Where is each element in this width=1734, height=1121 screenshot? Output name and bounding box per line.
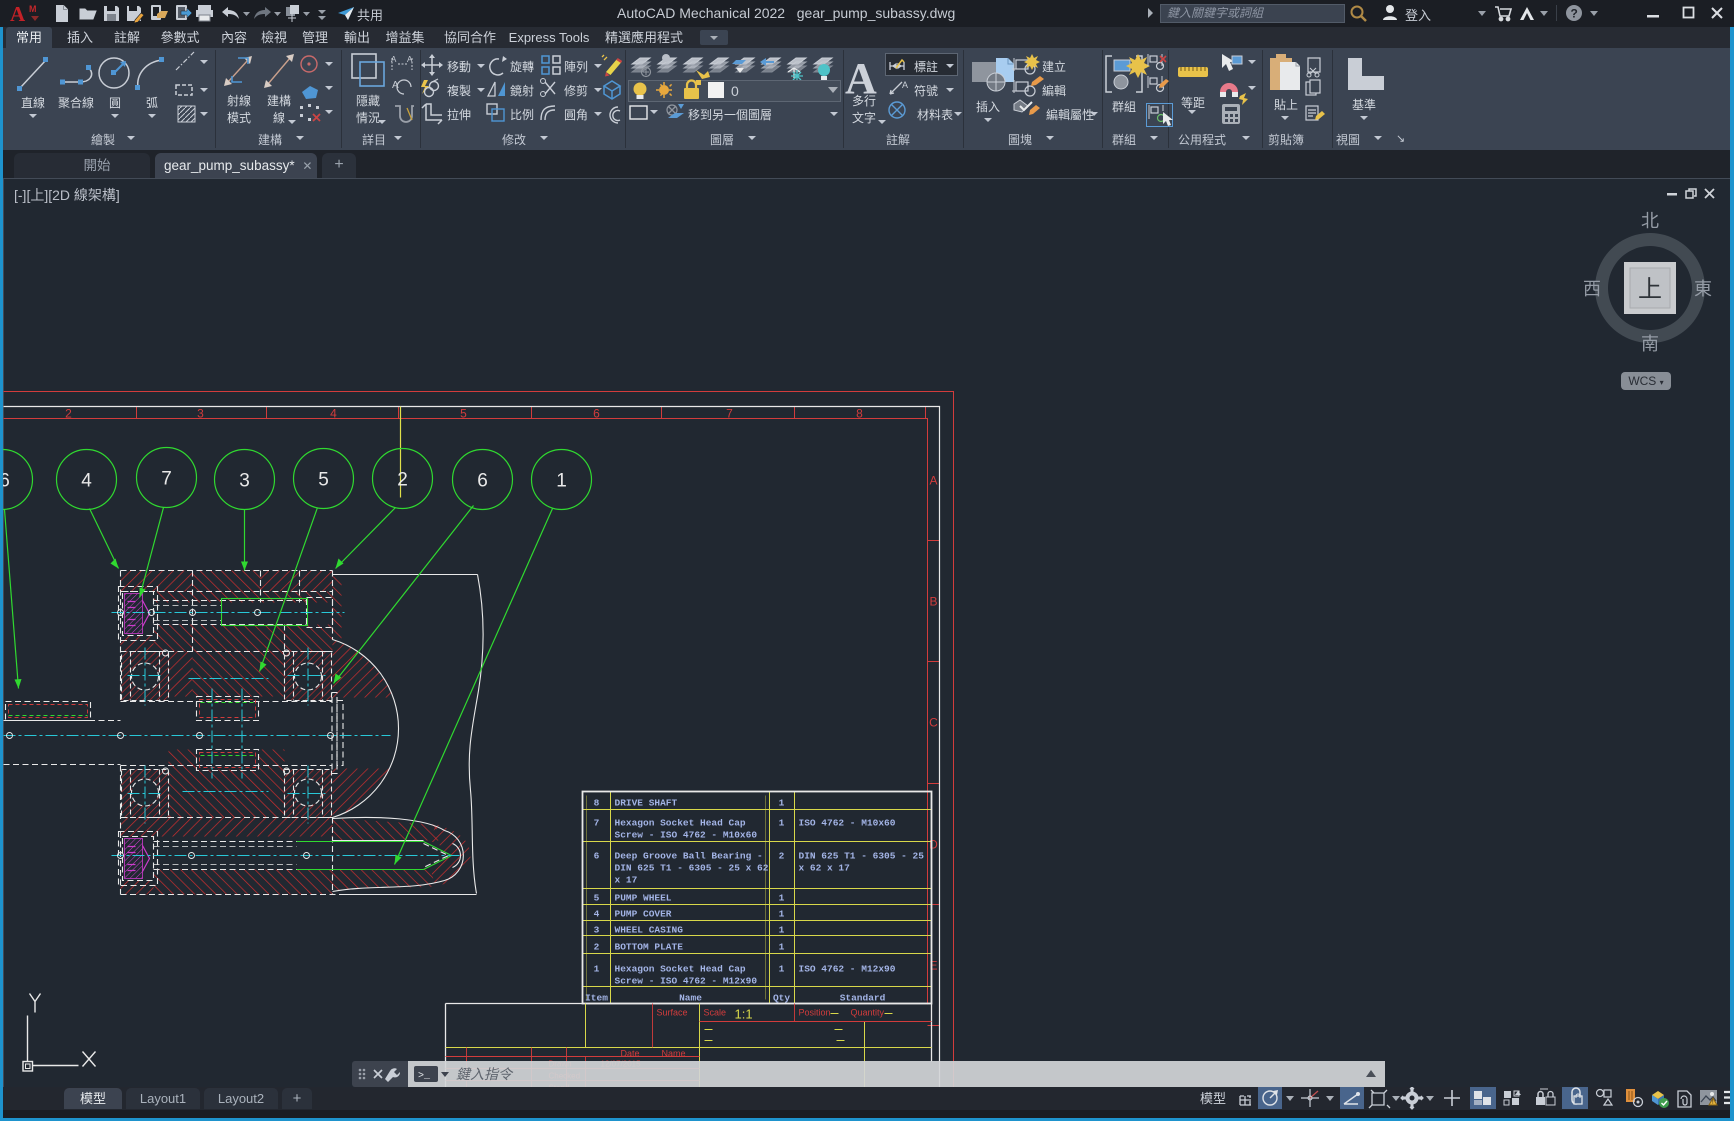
svg-text:Name: Name: [662, 1049, 686, 1059]
svg-text:Quantity: Quantity: [851, 1008, 885, 1018]
svg-text:A: A: [929, 474, 937, 488]
svg-text:1: 1: [779, 942, 785, 953]
svg-text:7: 7: [726, 407, 733, 421]
svg-text:南: 南: [1641, 334, 1659, 354]
svg-text:Scale: Scale: [704, 1008, 727, 1018]
svg-text:1: 1: [779, 818, 785, 829]
svg-text:B: B: [929, 595, 937, 609]
svg-text:2: 2: [594, 942, 600, 953]
svg-text:上: 上: [1638, 276, 1662, 303]
svg-text:A: A: [407, 55, 413, 64]
svg-text:5: 5: [594, 893, 600, 904]
svg-text:DRIVE SHAFT: DRIVE SHAFT: [615, 798, 678, 809]
svg-text:2: 2: [397, 470, 408, 491]
svg-text:西: 西: [1584, 279, 1601, 299]
svg-text:Standard: Standard: [840, 993, 886, 1004]
svg-text:x 17: x 17: [615, 875, 638, 886]
svg-text:x 62 x 17: x 62 x 17: [799, 863, 851, 874]
svg-text:東: 東: [1694, 279, 1712, 299]
svg-text:WHEEL CASING: WHEEL CASING: [615, 925, 684, 936]
svg-text:1: 1: [779, 909, 785, 920]
svg-text:C: C: [929, 716, 938, 730]
svg-text:2: 2: [779, 851, 785, 862]
svg-text:1: 1: [779, 964, 785, 975]
svg-text:北: 北: [1641, 211, 1659, 231]
svg-text:Qty: Qty: [773, 993, 790, 1004]
svg-text:5: 5: [460, 407, 467, 421]
svg-text:4: 4: [594, 909, 600, 920]
svg-text:7: 7: [594, 818, 600, 829]
svg-text:Date: Date: [621, 1049, 640, 1059]
svg-text:6: 6: [593, 407, 600, 421]
svg-text:Screw - ISO 4762 - M12x90: Screw - ISO 4762 - M12x90: [615, 976, 758, 987]
svg-text:BOTTOM PLATE: BOTTOM PLATE: [615, 942, 684, 953]
svg-text:4: 4: [81, 471, 92, 492]
svg-text:2: 2: [65, 407, 72, 421]
svg-text:1:1: 1:1: [735, 1007, 753, 1022]
svg-text:Hexagon Socket Head Cap: Hexagon Socket Head Cap: [615, 818, 746, 829]
svg-text:1: 1: [779, 893, 785, 904]
svg-text:0: 0: [731, 83, 739, 99]
svg-text:Screw - ISO 4762 - M10x60: Screw - ISO 4762 - M10x60: [615, 830, 758, 841]
svg-text:3: 3: [594, 925, 600, 936]
svg-text:6: 6: [477, 471, 488, 492]
svg-text:DIN 625 T1 - 6305 - 25: DIN 625 T1 - 6305 - 25: [799, 851, 925, 862]
svg-text:1: 1: [594, 964, 600, 975]
svg-text:>_: >_: [418, 1071, 431, 1082]
svg-text:8: 8: [856, 407, 863, 421]
svg-text:ISO 4762 - M10x60: ISO 4762 - M10x60: [799, 818, 896, 829]
svg-text:PUMP COVER: PUMP COVER: [615, 909, 672, 920]
svg-text:A: A: [10, 2, 26, 26]
svg-text:Deep Groove Ball Bearing -: Deep Groove Ball Bearing -: [615, 851, 763, 862]
svg-text:4: 4: [330, 407, 337, 421]
svg-text:7: 7: [161, 469, 172, 490]
svg-text:3: 3: [239, 471, 250, 492]
svg-text:M: M: [29, 4, 37, 14]
svg-text:A: A: [391, 55, 397, 64]
svg-text:Surface: Surface: [657, 1008, 688, 1018]
svg-text:5: 5: [318, 470, 329, 491]
svg-text:Position: Position: [799, 1008, 831, 1018]
svg-text:?: ?: [1571, 7, 1578, 21]
svg-text:3: 3: [197, 407, 204, 421]
svg-text:1: 1: [779, 925, 785, 936]
svg-text:1: 1: [556, 471, 567, 492]
svg-text:1: 1: [779, 798, 785, 809]
svg-text:Hexagon Socket Head Cap: Hexagon Socket Head Cap: [615, 964, 746, 975]
svg-text:鍵入指令: 鍵入指令: [456, 1066, 514, 1082]
svg-text:8: 8: [594, 798, 600, 809]
svg-text:Name: Name: [679, 993, 702, 1004]
svg-text:PUMP WHEEL: PUMP WHEEL: [615, 893, 672, 904]
svg-text:6: 6: [594, 851, 600, 862]
svg-text:D: D: [929, 838, 938, 852]
svg-text:Item: Item: [585, 993, 608, 1004]
svg-text:6: 6: [3, 471, 10, 492]
svg-text:ISO 4762 - M12x90: ISO 4762 - M12x90: [799, 964, 896, 975]
svg-text:DIN 625 T1 - 6305 - 25 x 62: DIN 625 T1 - 6305 - 25 x 62: [615, 863, 769, 874]
